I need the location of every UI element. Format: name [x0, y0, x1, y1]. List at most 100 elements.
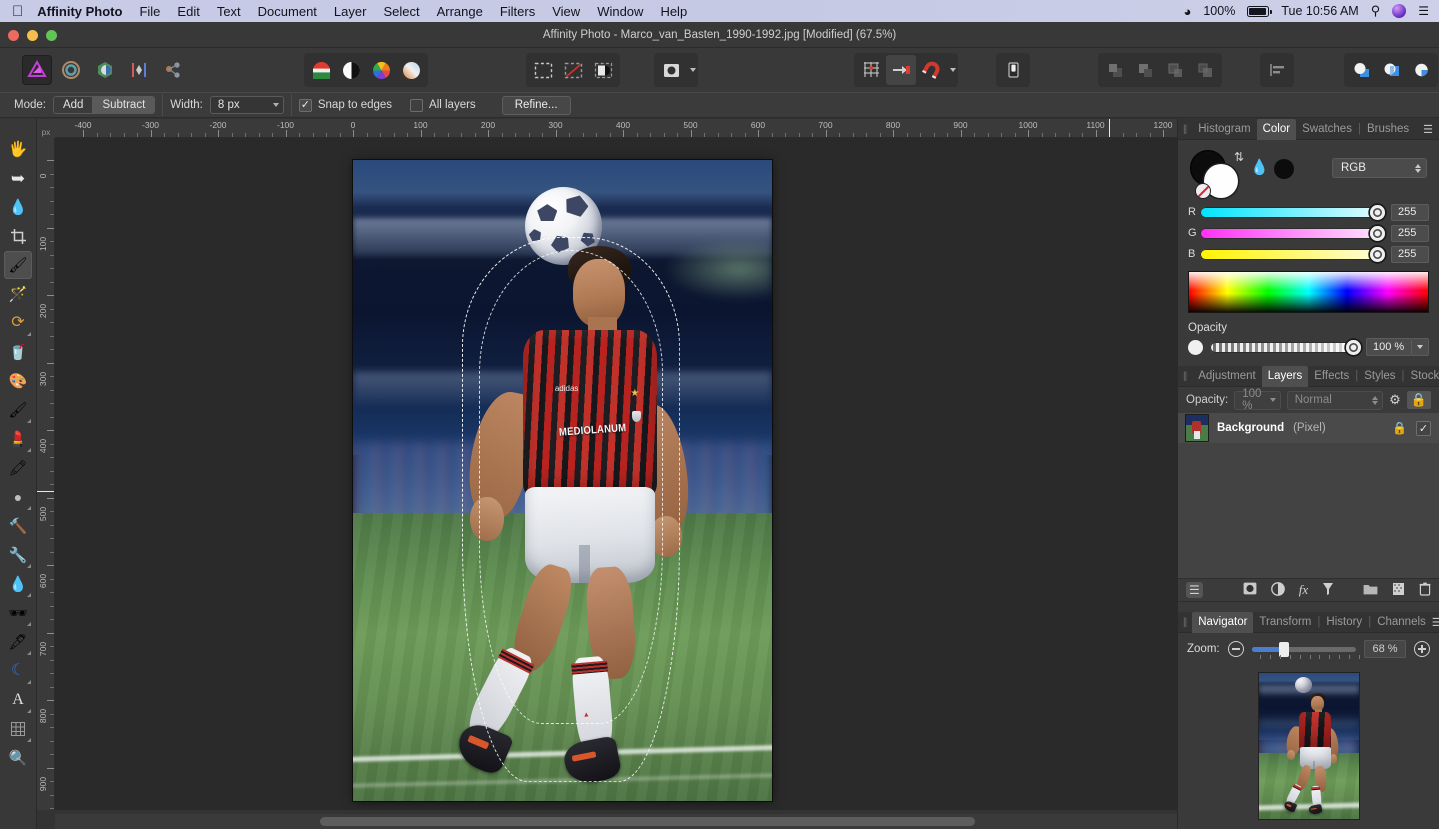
- horizontal-ruler[interactable]: -400-300-200-100010020030040050060070080…: [55, 119, 1177, 138]
- black-swatch[interactable]: [1274, 159, 1294, 179]
- magnet-button[interactable]: [916, 55, 946, 85]
- search-icon[interactable]: ⚲: [1371, 3, 1381, 19]
- scrollbar-thumb[interactable]: [320, 817, 975, 826]
- tab-channels[interactable]: Channels: [1371, 612, 1432, 633]
- tab-styles[interactable]: Styles: [1358, 366, 1401, 387]
- siri-icon[interactable]: [1392, 4, 1406, 18]
- table-row[interactable]: Background (Pixel) 🔒 ✓: [1178, 413, 1439, 443]
- dodge-tool[interactable]: ●: [4, 483, 32, 511]
- erase-brush-tool[interactable]: 🖍: [4, 454, 32, 482]
- opacity-value[interactable]: 100 %: [1366, 338, 1412, 356]
- levels-button[interactable]: [336, 55, 366, 85]
- layer-opacity-input[interactable]: 100 %: [1234, 391, 1281, 410]
- width-input[interactable]: 8 px: [210, 96, 284, 114]
- move-first-button[interactable]: [1100, 55, 1130, 85]
- panel-menu-icon[interactable]: ☰: [1432, 616, 1439, 629]
- tab-transform[interactable]: Transform: [1253, 612, 1317, 633]
- tab-stock[interactable]: Stock: [1405, 366, 1439, 387]
- clone-brush-tool[interactable]: 🔨: [4, 512, 32, 540]
- channel-slider-g[interactable]: [1200, 228, 1384, 239]
- intersect-button[interactable]: [1376, 55, 1406, 85]
- menu-item-help[interactable]: Help: [660, 4, 687, 19]
- layers-stack-icon[interactable]: ☰: [1186, 582, 1203, 598]
- menu-item-filters[interactable]: Filters: [500, 4, 535, 19]
- eyedropper-icon[interactable]: 💧: [1250, 158, 1269, 176]
- color-spectrum-picker[interactable]: [1188, 271, 1429, 313]
- flood-fill-tool[interactable]: 🥤: [4, 338, 32, 366]
- stepper-icon[interactable]: [1415, 164, 1421, 173]
- delete-button[interactable]: [998, 55, 1028, 85]
- tab-swatches[interactable]: Swatches: [1296, 119, 1358, 140]
- channel-slider-r[interactable]: [1200, 207, 1384, 218]
- panel-grip-icon[interactable]: ||: [1183, 371, 1186, 382]
- lock-icon[interactable]: 🔒: [1407, 391, 1431, 409]
- channel-slider-b[interactable]: [1200, 249, 1384, 260]
- menu-item-view[interactable]: View: [552, 4, 580, 19]
- blur-tool[interactable]: 💧: [4, 570, 32, 598]
- tab-brushes[interactable]: Brushes: [1361, 119, 1415, 140]
- move-last-button[interactable]: [1190, 55, 1220, 85]
- artistic-text-tool[interactable]: A: [4, 686, 32, 714]
- all-layers-checkbox[interactable]: [410, 99, 423, 112]
- selection-brush-tool[interactable]: 🖌: [4, 251, 32, 279]
- selection-shape-button[interactable]: [656, 55, 686, 85]
- deselect-button[interactable]: [558, 55, 588, 85]
- mesh-warp-tool[interactable]: [4, 715, 32, 743]
- snap-to-object-button[interactable]: [886, 55, 916, 85]
- export-persona-button[interactable]: [158, 55, 188, 85]
- channel-value-g[interactable]: 255: [1391, 225, 1429, 242]
- maximize-button[interactable]: [46, 30, 57, 41]
- apple-icon[interactable]: : [12, 4, 23, 19]
- menu-clock[interactable]: Tue 10:56 AM: [1281, 4, 1358, 18]
- subtract-button[interactable]: [1406, 55, 1436, 85]
- tab-histogram[interactable]: Histogram: [1192, 119, 1256, 140]
- color-picker-tool[interactable]: 💧: [4, 193, 32, 221]
- panel-grip-icon[interactable]: ||: [1183, 124, 1186, 135]
- paint-mixer-tool[interactable]: 💄: [4, 425, 32, 453]
- menu-item-window[interactable]: Window: [597, 4, 643, 19]
- chevron-down-icon[interactable]: [690, 68, 696, 72]
- navigator-thumbnail[interactable]: [1259, 673, 1359, 819]
- mode-subtract-option[interactable]: Subtract: [92, 97, 154, 113]
- menu-item-edit[interactable]: Edit: [177, 4, 199, 19]
- channels-button[interactable]: [306, 55, 336, 85]
- vertical-ruler[interactable]: 0100200300400500600700800900: [37, 138, 55, 810]
- healing-brush-tool[interactable]: 🔧: [4, 541, 32, 569]
- zoom-tool[interactable]: 🔍: [4, 744, 32, 772]
- tab-navigator[interactable]: Navigator: [1192, 612, 1253, 633]
- paint-brush-tool[interactable]: 🖌: [4, 396, 32, 424]
- move-tool[interactable]: ➥: [4, 164, 32, 192]
- window-controls[interactable]: [8, 30, 57, 41]
- tab-layers[interactable]: Layers: [1262, 366, 1309, 387]
- panel-grip-icon[interactable]: ||: [1183, 617, 1186, 628]
- view-tool[interactable]: 🖐: [4, 135, 32, 163]
- menu-item-text[interactable]: Text: [217, 4, 241, 19]
- crop-tool[interactable]: [4, 222, 32, 250]
- tab-color[interactable]: Color: [1257, 119, 1296, 140]
- blend-mode-select[interactable]: Normal: [1287, 391, 1383, 410]
- layer-visibility-checkbox[interactable]: ✓: [1416, 421, 1431, 436]
- layers-list[interactable]: Background (Pixel) 🔒 ✓: [1178, 413, 1439, 578]
- refine-button[interactable]: Refine...: [502, 96, 571, 115]
- mode-segmented-control[interactable]: Add Subtract: [53, 96, 155, 114]
- grid-button[interactable]: [856, 55, 886, 85]
- channel-value-r[interactable]: 255: [1391, 204, 1429, 221]
- chevron-down-icon[interactable]: [950, 68, 956, 72]
- flood-select-tool[interactable]: 🪄: [4, 280, 32, 308]
- no-color-swatch[interactable]: [1196, 184, 1210, 198]
- freehand-select-tool[interactable]: ⟳: [4, 309, 32, 337]
- color-wheel-button[interactable]: [366, 55, 396, 85]
- swap-colors-icon[interactable]: ⇅: [1234, 150, 1244, 164]
- menu-item-file[interactable]: File: [139, 4, 160, 19]
- group-icon[interactable]: [1363, 582, 1378, 598]
- shape-tool[interactable]: ☾: [4, 657, 32, 685]
- tab-history[interactable]: History: [1320, 612, 1368, 633]
- smudge-tool[interactable]: 🕶: [4, 599, 32, 627]
- liquify-persona-button[interactable]: [56, 55, 86, 85]
- canvas-area[interactable]: adidas ★ MEDIOLANUM ▲: [55, 138, 1177, 810]
- gradient-button[interactable]: [396, 55, 426, 85]
- channel-value-b[interactable]: 255: [1391, 246, 1429, 263]
- battery-icon[interactable]: [1247, 6, 1269, 17]
- add-pixel-layer-icon[interactable]: [1392, 582, 1405, 599]
- menu-item-document[interactable]: Document: [258, 4, 317, 19]
